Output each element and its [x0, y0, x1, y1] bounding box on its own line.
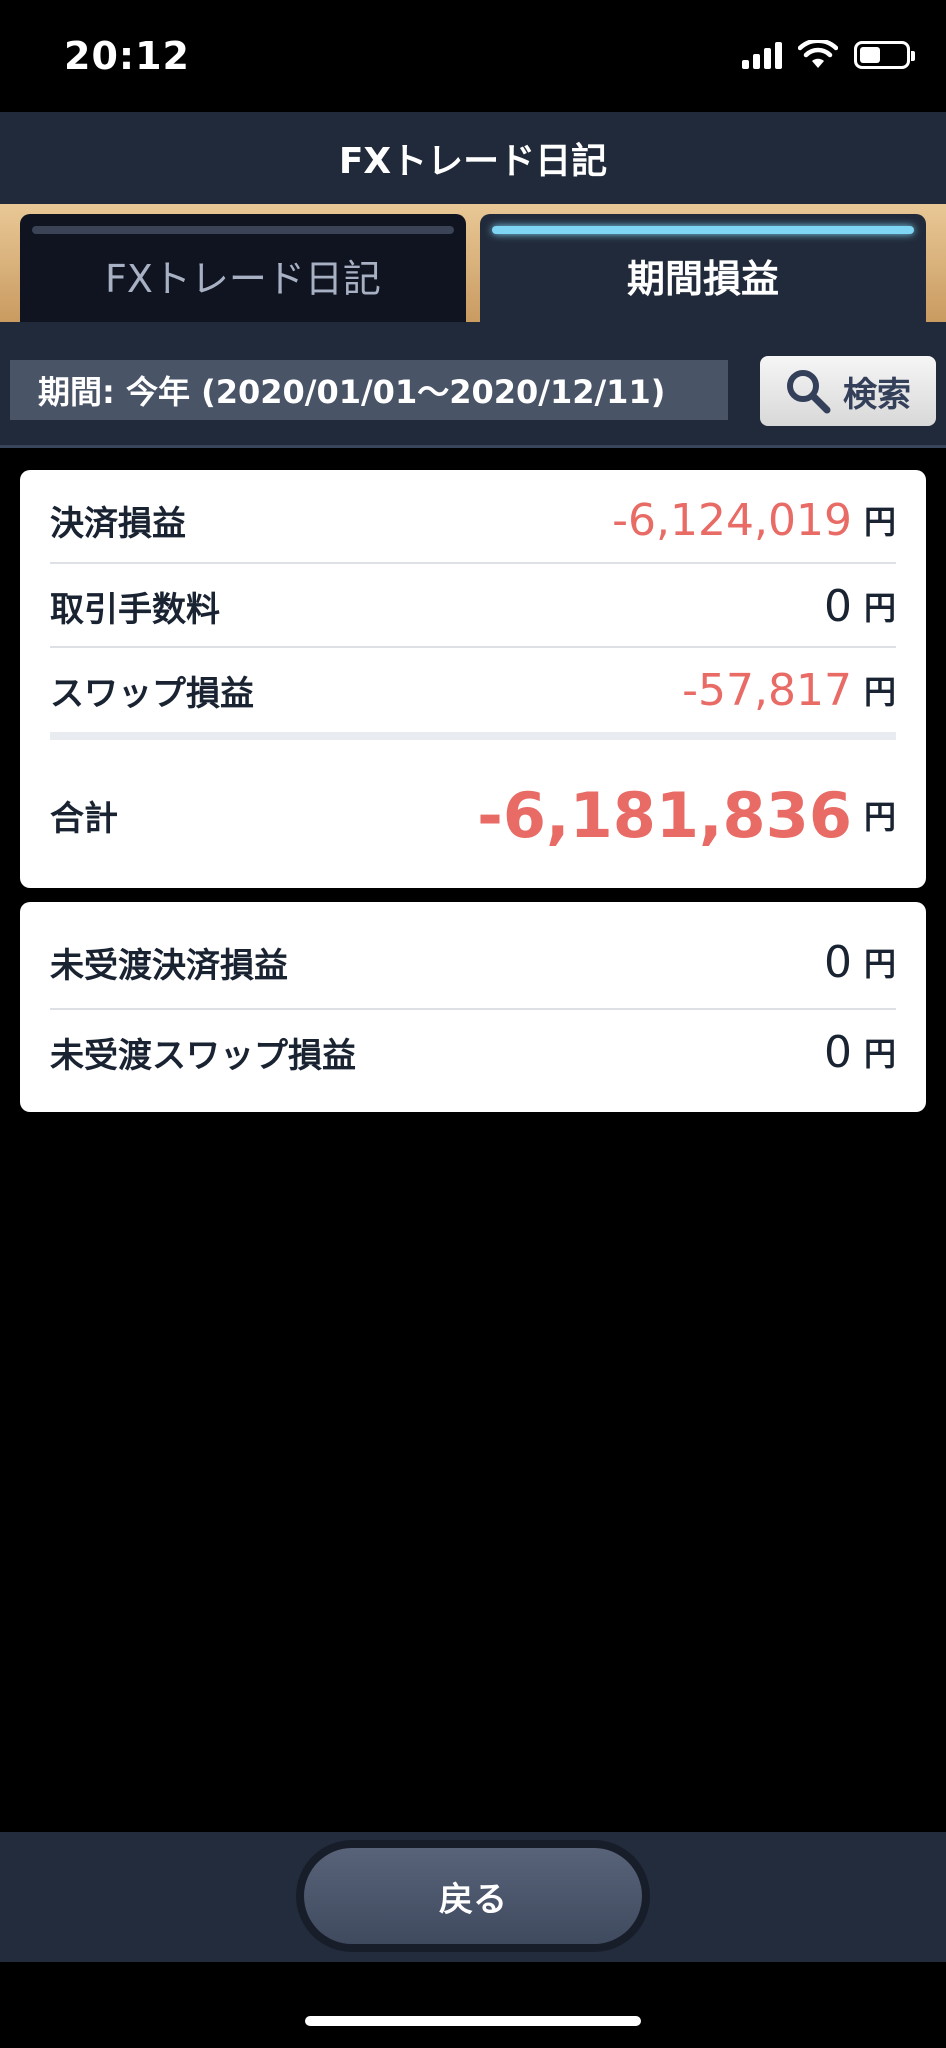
divider [50, 562, 896, 564]
row-unit: 円 [863, 673, 896, 711]
row-label: 未受渡スワップ損益 [50, 1035, 356, 1076]
divider [50, 1008, 896, 1010]
row-unit: 円 [863, 503, 896, 541]
back-button-label: 戻る [439, 1879, 507, 1920]
row-label: スワップ損益 [50, 673, 254, 714]
tab-label: 期間損益 [626, 256, 779, 301]
tab-indicator-active [492, 226, 914, 234]
search-button-label: 検索 [843, 374, 911, 415]
page-title: FXトレード日記 [338, 141, 608, 182]
status-bar: 20:12 [0, 0, 946, 112]
cellular-signal-icon [742, 41, 782, 69]
row-value: 0 [823, 936, 852, 988]
row-settlement-pnl: 決済損益 -6,124,019 円 [50, 482, 896, 558]
row-value: -57,817 [682, 664, 852, 716]
back-button-frame: 戻る [296, 1840, 650, 1952]
tab-period-pnl[interactable]: 期間損益 [480, 214, 926, 322]
period-text: 期間: 今年 (2020/01/01〜2020/12/11) [38, 373, 666, 411]
row-commission: 取引手数料 0 円 [50, 566, 896, 646]
row-label: 合計 [50, 798, 118, 839]
search-button[interactable]: 検索 [760, 356, 936, 426]
row-total: 合計 -6,181,836 円 [50, 760, 896, 870]
row-unit: 円 [863, 1035, 896, 1073]
pnl-summary-card: 決済損益 -6,124,019 円 取引手数料 0 円 スワップ損益 -57,8… [20, 470, 926, 888]
status-time: 20:12 [64, 34, 190, 78]
battery-icon [854, 41, 915, 69]
tab-label: FXトレード日記 [105, 256, 381, 301]
home-indicator[interactable] [305, 2016, 641, 2026]
title-bar: FXトレード日記 [0, 112, 946, 204]
back-button[interactable]: 戻る [304, 1848, 642, 1944]
tab-indicator [32, 226, 454, 234]
row-label: 決済損益 [50, 503, 186, 544]
tab-bar: FXトレード日記 期間損益 [0, 204, 946, 322]
row-value: 0 [823, 580, 852, 632]
tab-fx-trade-diary[interactable]: FXトレード日記 [20, 214, 466, 322]
divider [50, 646, 896, 648]
total-value: -6,181,836 [477, 778, 852, 852]
total-divider [50, 732, 896, 740]
status-icons [742, 40, 915, 70]
row-unit: 円 [863, 589, 896, 627]
row-value: -6,124,019 [612, 494, 852, 546]
search-icon [787, 370, 831, 414]
unsettled-card: 未受渡決済損益 0 円 未受渡スワップ損益 0 円 [20, 902, 926, 1112]
row-value: 0 [823, 1026, 852, 1078]
row-unit: 円 [863, 798, 896, 836]
period-selector[interactable]: 期間: 今年 (2020/01/01〜2020/12/11) [10, 360, 728, 420]
row-label: 取引手数料 [50, 589, 220, 630]
row-unsettled-settlement-pnl: 未受渡決済損益 0 円 [50, 922, 896, 1002]
search-row: 期間: 今年 (2020/01/01〜2020/12/11) 検索 [0, 322, 946, 448]
bottom-bar: 戻る [0, 1832, 946, 1962]
row-unsettled-swap-pnl: 未受渡スワップ損益 0 円 [50, 1012, 896, 1092]
wifi-icon [798, 40, 838, 68]
row-unit: 円 [863, 945, 896, 983]
row-swap-pnl: スワップ損益 -57,817 円 [50, 650, 896, 730]
row-label: 未受渡決済損益 [50, 945, 288, 986]
